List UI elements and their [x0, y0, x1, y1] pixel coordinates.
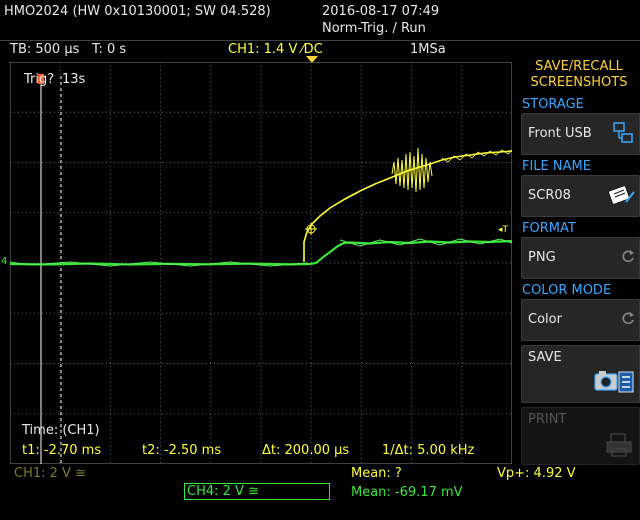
format-label: FORMAT: [522, 221, 576, 236]
save-label: SAVE: [528, 350, 562, 365]
trigger-level-marker: ◂T: [498, 225, 509, 235]
ch1-scale-readout[interactable]: CH1: 2 V ≅: [14, 466, 86, 481]
filename-label: FILE NAME: [522, 159, 591, 174]
storage-value: Front USB: [528, 126, 592, 141]
cursor-delta-readout: Δt: 200.00 µs: [262, 443, 349, 458]
colormode-label: COLOR MODE: [522, 283, 612, 298]
acquisition-status: Norm-Trig. / Run: [322, 21, 426, 36]
colormode-button[interactable]: Color: [521, 299, 640, 341]
format-button[interactable]: PNG: [521, 237, 640, 279]
storage-label: STORAGE: [522, 97, 584, 112]
menu-title-line1: SAVE/RECALL: [535, 59, 623, 74]
ch4-ground-marker: 4: [1, 256, 8, 267]
camera-save-icon: [594, 371, 634, 393]
sample-rate-readout: 1MSa: [410, 42, 446, 57]
format-value: PNG: [528, 250, 556, 265]
keyboard-edit-icon: [607, 184, 635, 206]
filename-button[interactable]: SCR08: [521, 175, 640, 217]
storage-button[interactable]: Front USB: [521, 113, 640, 155]
menu-title-line2: SCREENSHOTS: [530, 75, 628, 90]
save-recall-menu: SAVE/RECALL SCREENSHOTS STORAGE Front US…: [518, 56, 640, 466]
waveform-display[interactable]: ◂T Trig? 13s Time: (CH1) t1: -2.70 ms t2…: [10, 62, 512, 464]
colormode-value: Color: [528, 312, 562, 327]
datetime: 2016-08-17 07:49: [322, 4, 440, 19]
cursor-measure-header: Time: (CH1): [21, 423, 100, 438]
save-button[interactable]: SAVE: [521, 345, 640, 403]
ch1-peak-readout: Vp+: 4.92 V: [497, 466, 576, 481]
channel1-trigger-readout[interactable]: CH1: 1.4 V ⁄DC: [228, 42, 323, 57]
trig-label: Trig?: [23, 72, 54, 87]
cursor-frequency-readout: 1/Δt: 5.00 kHz: [382, 443, 475, 458]
filename-value: SCR08: [528, 188, 571, 203]
rotate-knob-icon: [622, 312, 634, 325]
ch1-mean-readout: Mean: ?: [351, 466, 402, 481]
timebase-readout[interactable]: TB: 500 µs: [10, 42, 79, 57]
usb-folder-icon: [613, 122, 633, 143]
printer-icon: [606, 433, 632, 457]
rotate-knob-icon: [622, 250, 634, 263]
ch4-scale-readout[interactable]: CH4: 2 V ≅: [184, 483, 330, 500]
title-bar: HMO2024 (HW 0x10130001; SW 04.528) 2016-…: [0, 0, 640, 41]
channel-status-bar: CH1: 2 V ≅ CH4: 2 V ≅ Mean: ? Vp+: 4.92 …: [0, 466, 640, 520]
trig-time: 13s: [62, 72, 86, 87]
trigger-time-readout[interactable]: T: 0 s: [92, 42, 126, 57]
device-info: HMO2024 (HW 0x10130001; SW 04.528): [4, 4, 271, 19]
print-button: PRINT: [521, 407, 640, 465]
cursor-t1-readout: t1: -2.70 ms: [22, 443, 101, 458]
ch4-mean-readout: Mean: -69.17 mV: [351, 485, 463, 500]
cursor-t2-readout: t2: -2.50 ms: [142, 443, 221, 458]
print-label: PRINT: [528, 412, 567, 427]
